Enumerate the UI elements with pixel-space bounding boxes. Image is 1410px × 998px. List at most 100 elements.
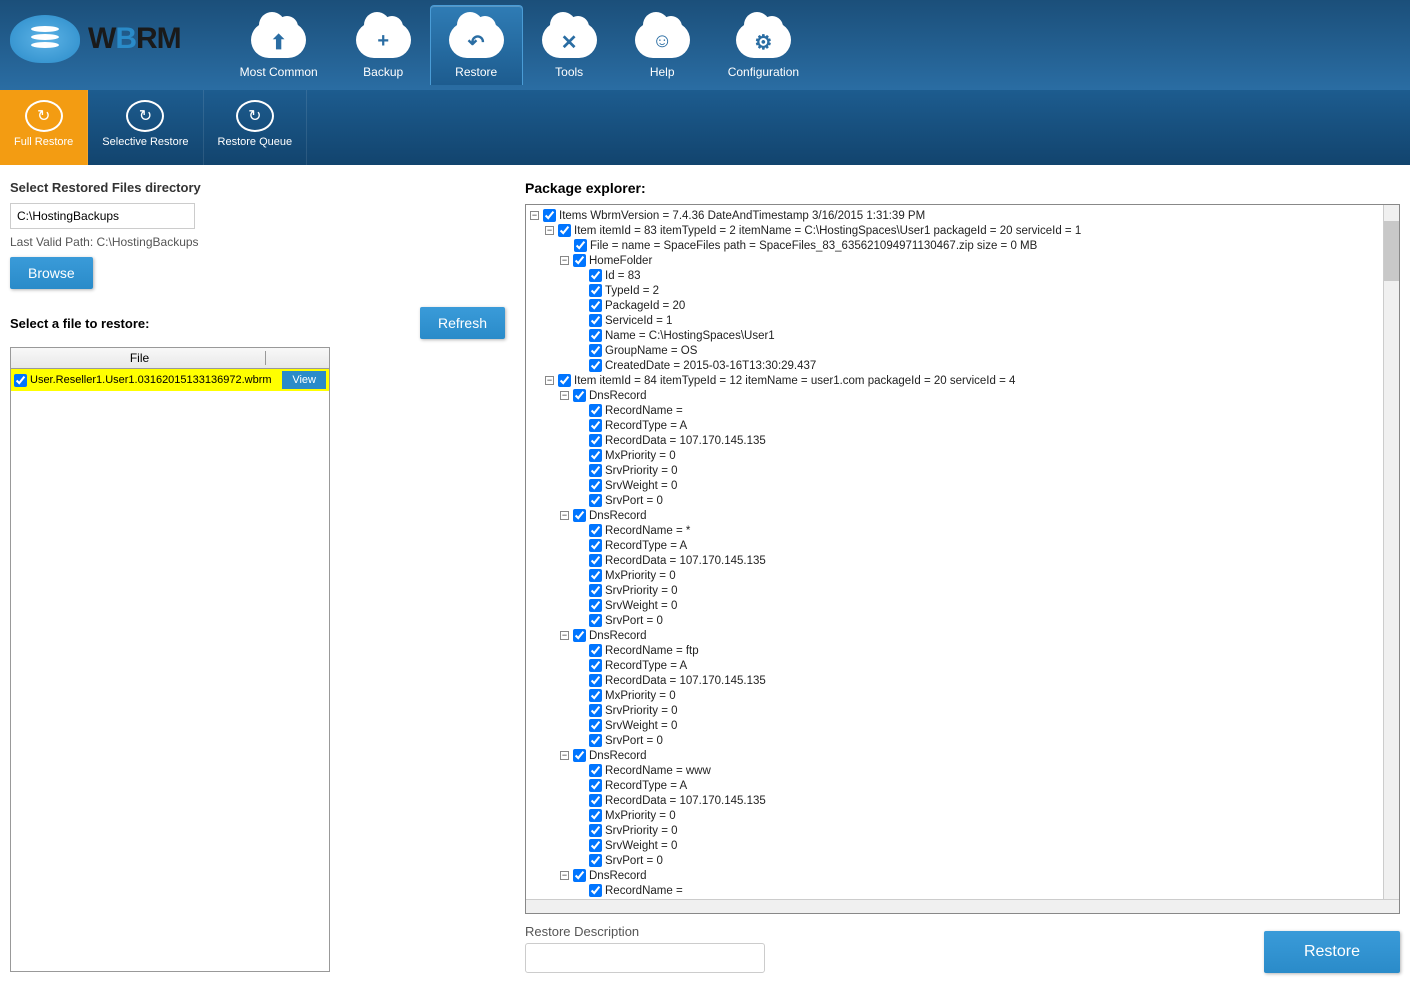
collapse-icon[interactable]: − <box>560 511 569 520</box>
collapse-icon[interactable]: − <box>530 211 539 220</box>
select-dir-label: Select Restored Files directory <box>10 180 505 195</box>
tree-checkbox[interactable] <box>589 884 602 897</box>
tree-checkbox[interactable] <box>589 539 602 552</box>
collapse-icon[interactable]: − <box>560 871 569 880</box>
nav-help[interactable]: ☺ Help <box>616 5 709 85</box>
collapse-icon[interactable]: − <box>560 256 569 265</box>
tree-checkbox[interactable] <box>589 719 602 732</box>
tree-checkbox[interactable] <box>589 809 602 822</box>
tree-checkbox[interactable] <box>573 749 586 762</box>
tree-checkbox[interactable] <box>589 554 602 567</box>
nav-label: Most Common <box>240 65 318 79</box>
logo-cloud-icon <box>10 15 80 63</box>
nav-configuration[interactable]: ⚙ Configuration <box>709 5 818 85</box>
tree-checkbox[interactable] <box>574 239 587 252</box>
tree-checkbox[interactable] <box>573 509 586 522</box>
tree-checkbox[interactable] <box>589 569 602 582</box>
tree-checkbox[interactable] <box>589 299 602 312</box>
upload-icon: ⬆ <box>251 30 306 55</box>
subnav-restore-queue[interactable]: ↻ Restore Queue <box>204 90 308 165</box>
subnav-selective-restore[interactable]: ↻ Selective Restore <box>88 90 203 165</box>
tree-checkbox[interactable] <box>589 479 602 492</box>
tree-checkbox[interactable] <box>589 704 602 717</box>
tree-checkbox[interactable] <box>589 584 602 597</box>
tree-checkbox[interactable] <box>573 254 586 267</box>
collapse-icon[interactable]: − <box>560 751 569 760</box>
nav-label: Tools <box>555 65 583 79</box>
package-explorer-tree[interactable]: −Items WbrmVersion = 7.4.36 DateAndTimes… <box>525 204 1400 914</box>
file-table: File User.Reseller1.User1.03162015133136… <box>10 347 330 972</box>
restore-description-label: Restore Description <box>525 924 765 939</box>
nav-restore[interactable]: ↶ Restore <box>430 5 523 85</box>
full-restore-icon: ↻ <box>25 100 63 132</box>
file-row[interactable]: User.Reseller1.User1.03162015133136972.w… <box>11 369 329 391</box>
horizontal-scrollbar[interactable] <box>526 899 1399 913</box>
subnav-label: Full Restore <box>14 136 73 148</box>
logo-text: WBRM <box>88 22 181 56</box>
browse-button[interactable]: Browse <box>10 257 93 289</box>
tree-checkbox[interactable] <box>589 269 602 282</box>
collapse-icon[interactable]: − <box>560 391 569 400</box>
tree-checkbox[interactable] <box>543 209 556 222</box>
restore-icon: ↶ <box>449 30 504 55</box>
tree-checkbox[interactable] <box>589 284 602 297</box>
tools-icon: ✕ <box>542 30 597 55</box>
file-header: File <box>14 351 266 365</box>
nav-tools[interactable]: ✕ Tools <box>523 5 616 85</box>
vertical-scrollbar[interactable] <box>1383 205 1399 899</box>
tree-checkbox[interactable] <box>573 629 586 642</box>
nav-label: Configuration <box>728 65 799 79</box>
file-name: User.Reseller1.User1.03162015133136972.w… <box>30 374 282 386</box>
package-explorer-label: Package explorer: <box>525 180 1400 196</box>
tree-checkbox[interactable] <box>589 794 602 807</box>
tree-checkbox[interactable] <box>589 824 602 837</box>
subnav-label: Restore Queue <box>218 136 293 148</box>
tree-checkbox[interactable] <box>589 449 602 462</box>
view-button[interactable]: View <box>282 371 326 389</box>
collapse-icon[interactable]: − <box>545 226 554 235</box>
tree-checkbox[interactable] <box>589 614 602 627</box>
tree-checkbox[interactable] <box>573 869 586 882</box>
tree-checkbox[interactable] <box>589 419 602 432</box>
help-icon: ☺ <box>635 30 690 53</box>
refresh-button[interactable]: Refresh <box>420 307 505 339</box>
tree-checkbox[interactable] <box>589 659 602 672</box>
tree-checkbox[interactable] <box>589 359 602 372</box>
nav-label: Backup <box>363 65 403 79</box>
logo: WBRM <box>10 15 181 63</box>
file-checkbox[interactable] <box>14 374 27 387</box>
directory-input[interactable] <box>10 203 195 229</box>
tree-checkbox[interactable] <box>589 689 602 702</box>
tree-checkbox[interactable] <box>589 524 602 537</box>
nav-backup[interactable]: + Backup <box>337 5 430 85</box>
last-valid-path: Last Valid Path: C:\HostingBackups <box>10 235 505 249</box>
tree-checkbox[interactable] <box>589 329 602 342</box>
nav-most-common[interactable]: ⬆ Most Common <box>221 5 337 85</box>
collapse-icon[interactable]: − <box>545 376 554 385</box>
nav-label: Restore <box>455 65 497 79</box>
select-file-label: Select a file to restore: <box>10 316 149 331</box>
restore-button[interactable]: Restore <box>1264 931 1400 973</box>
tree-checkbox[interactable] <box>589 779 602 792</box>
tree-checkbox[interactable] <box>573 389 586 402</box>
subnav-full-restore[interactable]: ↻ Full Restore <box>0 90 88 165</box>
tree-checkbox[interactable] <box>589 764 602 777</box>
tree-checkbox[interactable] <box>589 434 602 447</box>
sub-nav: ↻ Full Restore ↻ Selective Restore ↻ Res… <box>0 90 1410 165</box>
tree-checkbox[interactable] <box>589 404 602 417</box>
nav-label: Help <box>650 65 675 79</box>
tree-checkbox[interactable] <box>589 314 602 327</box>
tree-checkbox[interactable] <box>589 839 602 852</box>
tree-checkbox[interactable] <box>589 494 602 507</box>
tree-checkbox[interactable] <box>589 599 602 612</box>
tree-checkbox[interactable] <box>589 734 602 747</box>
tree-checkbox[interactable] <box>589 854 602 867</box>
tree-checkbox[interactable] <box>589 644 602 657</box>
tree-checkbox[interactable] <box>589 344 602 357</box>
tree-checkbox[interactable] <box>589 464 602 477</box>
restore-description-input[interactable] <box>525 943 765 973</box>
collapse-icon[interactable]: − <box>560 631 569 640</box>
tree-checkbox[interactable] <box>589 674 602 687</box>
tree-checkbox[interactable] <box>558 224 571 237</box>
tree-checkbox[interactable] <box>558 374 571 387</box>
